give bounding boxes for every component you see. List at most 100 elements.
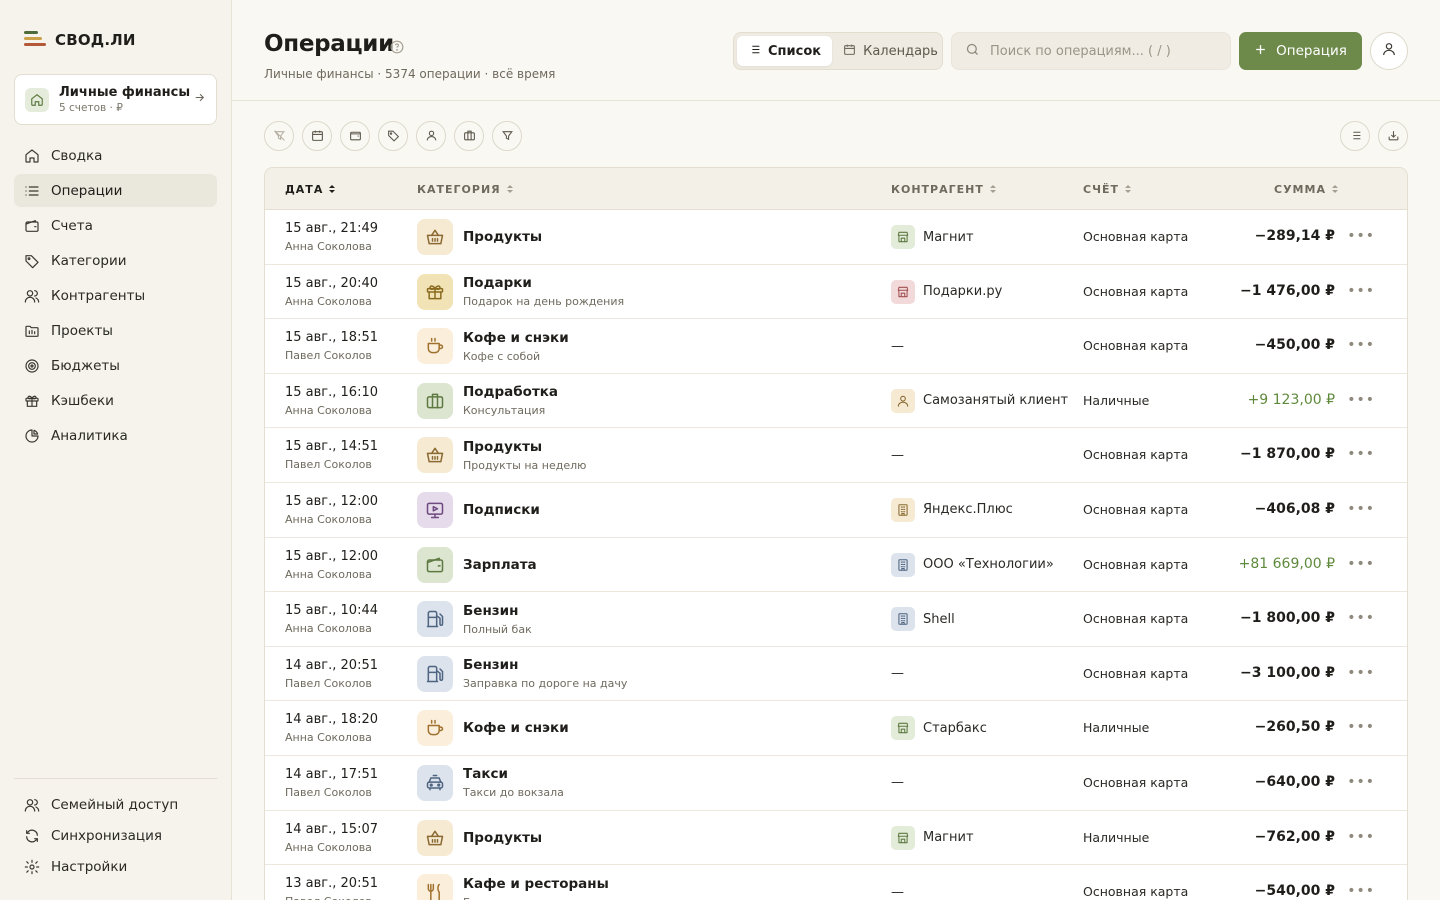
counterparty-name: — bbox=[891, 666, 904, 682]
more-actions-button[interactable]: ••• bbox=[1347, 556, 1375, 572]
sidebar-item-label: Категории bbox=[51, 252, 127, 269]
sidebar-item-target[interactable]: Бюджеты bbox=[14, 349, 217, 382]
more-actions-button[interactable]: ••• bbox=[1347, 392, 1375, 408]
category-name: Продукты bbox=[463, 229, 543, 245]
help-icon[interactable] bbox=[390, 39, 404, 58]
table-row[interactable]: 14 авг., 15:07 Анна Соколова Продукты Магни… bbox=[265, 811, 1407, 866]
column-counterparty-header[interactable]: КОНТРАГЕНТ bbox=[891, 168, 996, 210]
category-note: Заправка по дороге на дачу bbox=[463, 677, 628, 691]
sidebar-item-list[interactable]: Операции bbox=[14, 174, 217, 207]
more-actions-button[interactable]: ••• bbox=[1347, 829, 1375, 845]
table-row[interactable]: 14 авг., 20:51 Павел Соколов Бензин Заправк… bbox=[265, 647, 1407, 702]
import-button[interactable] bbox=[1378, 121, 1408, 151]
table-row[interactable]: 15 авг., 12:00 Анна Соколова Зарплата ООО «… bbox=[265, 538, 1407, 593]
table-row[interactable]: 14 авг., 18:20 Анна Соколова Кофе и снэки С… bbox=[265, 701, 1407, 756]
counterparty-name: — bbox=[891, 884, 904, 900]
sidebar-item-tag[interactable]: Категории bbox=[14, 244, 217, 277]
more-actions-button[interactable]: ••• bbox=[1347, 665, 1375, 681]
counterparty-cell: Подарки.ру bbox=[891, 279, 1002, 304]
table-row[interactable]: 15 авг., 20:40 Анна Соколова Подарки Подаро… bbox=[265, 265, 1407, 320]
date-cell: 14 авг., 17:51 Павел Соколов bbox=[285, 767, 378, 799]
table-row[interactable]: 15 авг., 10:44 Анна Соколова Бензин Полный … bbox=[265, 592, 1407, 647]
building-icon bbox=[891, 607, 915, 632]
workspace-title: Личные финансы bbox=[59, 85, 191, 100]
search-input[interactable] bbox=[990, 43, 1220, 59]
sidebar-item-family[interactable]: Семейный доступ bbox=[14, 790, 217, 819]
sidebar-item-wallet[interactable]: Счета bbox=[14, 209, 217, 242]
column-amount-header[interactable]: СУММА bbox=[1274, 168, 1338, 210]
sidebar-item-gear[interactable]: Настройки bbox=[14, 852, 217, 881]
column-category-label: КАТЕГОРИЯ bbox=[417, 182, 501, 196]
sidebar-item-home[interactable]: Сводка bbox=[14, 139, 217, 172]
date-filter-button[interactable] bbox=[302, 121, 332, 151]
more-horizontal-icon: ••• bbox=[1347, 664, 1375, 681]
table-row[interactable]: 15 авг., 16:10 Анна Соколова Подработка Кон… bbox=[265, 374, 1407, 429]
more-horizontal-icon: ••• bbox=[1347, 391, 1375, 408]
gear-icon bbox=[23, 858, 41, 876]
table-row[interactable]: 15 авг., 21:49 Анна Соколова Продукты Магни… bbox=[265, 210, 1407, 265]
more-actions-button[interactable]: ••• bbox=[1347, 883, 1375, 899]
amount-cell: −260,50 ₽ bbox=[1254, 719, 1335, 736]
more-actions-button[interactable]: ••• bbox=[1347, 228, 1375, 244]
sidebar-item-label: Аналитика bbox=[51, 427, 128, 444]
add-operation-button[interactable]: Операция bbox=[1239, 32, 1362, 70]
more-actions-button[interactable]: ••• bbox=[1347, 774, 1375, 790]
sidebar-item-gift[interactable]: Кэшбеки bbox=[14, 384, 217, 417]
column-account-header[interactable]: СЧЁТ bbox=[1083, 168, 1131, 210]
category-name: Подписки bbox=[463, 501, 540, 518]
more-actions-button[interactable]: ••• bbox=[1347, 719, 1375, 735]
sidebar-item-users[interactable]: Контрагенты bbox=[14, 279, 217, 312]
category-cell: Такси Такси до вокзала bbox=[417, 764, 564, 801]
fuel-icon bbox=[417, 601, 453, 638]
clear-filters-button[interactable] bbox=[264, 121, 294, 151]
amount-cell: −762,00 ₽ bbox=[1254, 828, 1335, 845]
table-row[interactable]: 13 авг., 20:51 Павел Соколов Кафе и рестор… bbox=[265, 865, 1407, 900]
table-row[interactable]: 15 авг., 18:51 Павел Соколов Кофе и снэки К… bbox=[265, 319, 1407, 374]
sidebar-item-folder[interactable]: Проекты bbox=[14, 314, 217, 347]
category-note: Полный бак bbox=[463, 622, 532, 636]
category-filter-button[interactable] bbox=[378, 121, 408, 151]
more-actions-button[interactable]: ••• bbox=[1347, 501, 1375, 517]
cup-icon bbox=[417, 710, 453, 747]
counterparty-name: Магнит bbox=[923, 830, 974, 846]
category-note: Продукты на неделю bbox=[463, 458, 587, 472]
table-row[interactable]: 15 авг., 14:51 Павел Соколов Продукты Проду… bbox=[265, 428, 1407, 483]
table-row[interactable]: 14 авг., 17:51 Павел Соколов Такси Такси до… bbox=[265, 756, 1407, 811]
sidebar-item-sync[interactable]: Синхронизация bbox=[14, 821, 217, 850]
sort-icon bbox=[506, 185, 513, 193]
category-name: Зарплата bbox=[463, 556, 537, 573]
account-cell: Основная карта bbox=[1083, 611, 1189, 627]
workspace-switcher[interactable]: Личные финансы 5 счетов · ₽ bbox=[14, 74, 217, 125]
more-actions-button[interactable]: ••• bbox=[1347, 610, 1375, 626]
table-row[interactable]: 15 авг., 12:00 Анна Соколова Подписки Яндек… bbox=[265, 483, 1407, 538]
category-cell: Кофе и снэки bbox=[417, 710, 569, 747]
column-category-header[interactable]: КАТЕГОРИЯ bbox=[417, 168, 513, 210]
logo-icon bbox=[24, 30, 46, 50]
date-cell: 15 авг., 12:00 Анна Соколова bbox=[285, 549, 378, 581]
download-icon bbox=[1387, 127, 1400, 146]
more-actions-button[interactable]: ••• bbox=[1347, 337, 1375, 353]
view-list-button[interactable]: Список bbox=[737, 36, 833, 66]
date-cell: 15 авг., 16:10 Анна Соколова bbox=[285, 385, 378, 417]
density-button[interactable] bbox=[1340, 121, 1370, 151]
category-cell: Кофе и снэки Кофе с собой bbox=[417, 328, 569, 365]
date-cell: 15 авг., 14:51 Павел Соколов bbox=[285, 439, 378, 471]
account-filter-button[interactable] bbox=[340, 121, 370, 151]
counterparty-filter-button[interactable] bbox=[416, 121, 446, 151]
counterparty-cell: Яндекс.Плюс bbox=[891, 497, 1013, 522]
user-avatar-button[interactable] bbox=[1370, 32, 1408, 70]
counterparty-cell: ООО «Технологии» bbox=[891, 552, 1054, 577]
sidebar-item-pie-chart[interactable]: Аналитика bbox=[14, 419, 217, 452]
more-actions-button[interactable]: ••• bbox=[1347, 283, 1375, 299]
car-icon bbox=[417, 764, 453, 801]
search-box bbox=[951, 32, 1231, 70]
more-horizontal-icon: ••• bbox=[1347, 773, 1375, 790]
basket-icon bbox=[417, 819, 453, 856]
project-filter-button[interactable] bbox=[454, 121, 484, 151]
column-date-header[interactable]: ДАТА bbox=[285, 168, 336, 210]
more-filters-button[interactable] bbox=[492, 121, 522, 151]
more-actions-button[interactable]: ••• bbox=[1347, 446, 1375, 462]
category-cell: Подписки bbox=[417, 491, 540, 528]
view-calendar-button[interactable]: Календарь bbox=[832, 36, 949, 66]
logo[interactable]: СВОД.ЛИ bbox=[24, 30, 136, 50]
